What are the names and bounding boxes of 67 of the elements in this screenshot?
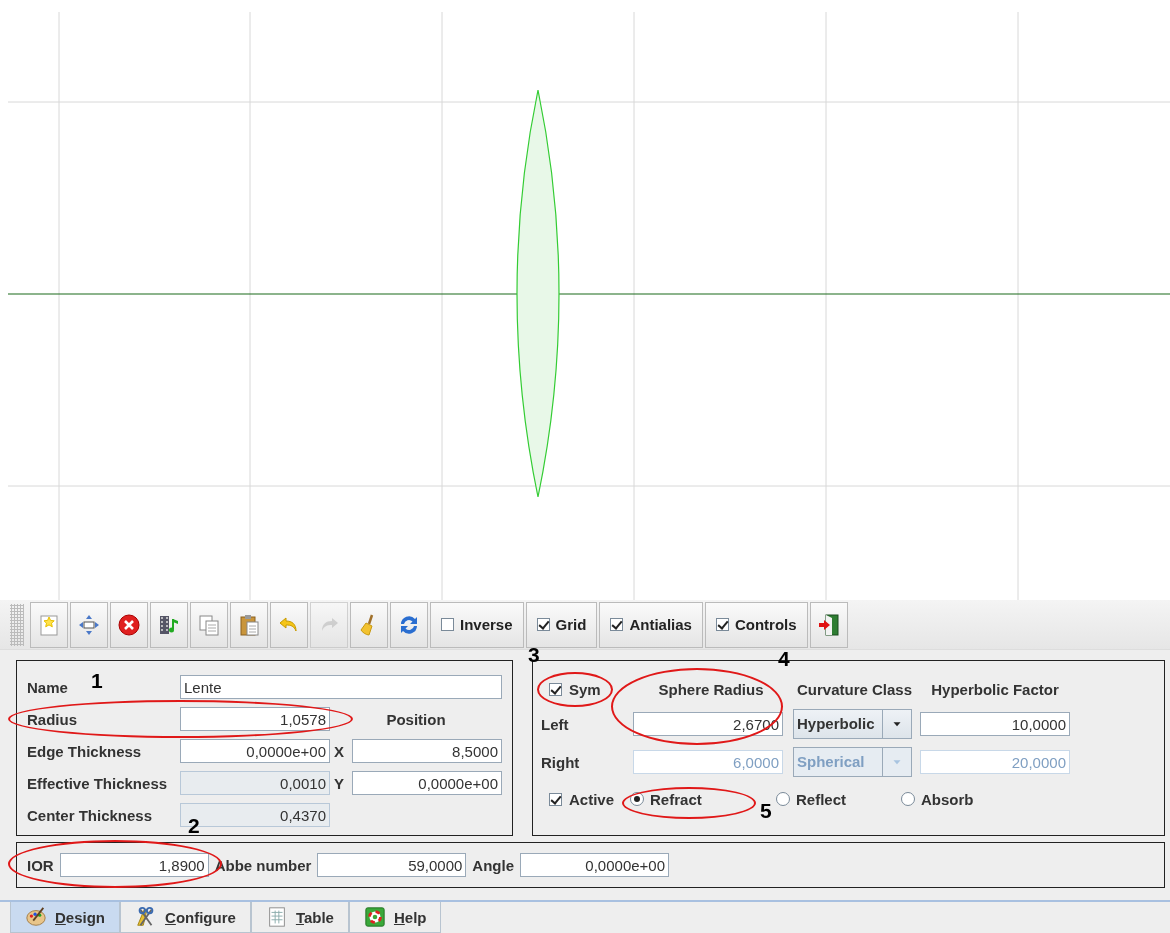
move-button[interactable] — [70, 601, 108, 648]
tab[interactable]: Design — [10, 902, 121, 933]
toolbar-grip[interactable] — [10, 603, 24, 646]
column-header: Hyperbolic Factor — [931, 680, 1059, 698]
number-field[interactable]: 0,0000e+00 — [520, 853, 670, 877]
column-header: Sphere Radius — [658, 680, 764, 698]
radio-button[interactable] — [630, 792, 645, 806]
refresh-button[interactable] — [390, 601, 428, 648]
toggle-button[interactable]: Antialias — [599, 601, 703, 648]
number-field[interactable]: 1,0578 — [180, 707, 330, 731]
tab[interactable]: Configure — [120, 902, 251, 933]
number-field[interactable]: 0,0000e+00 — [180, 739, 330, 763]
radio-button[interactable] — [776, 792, 791, 806]
exit-button[interactable] — [809, 601, 848, 648]
radio-button[interactable] — [901, 792, 916, 806]
lens-drawing[interactable] — [516, 89, 560, 498]
radio-option[interactable]: Absorb — [901, 790, 974, 808]
media-button[interactable] — [150, 601, 188, 648]
number-field[interactable]: 0,0000e+00 — [352, 771, 502, 795]
tab[interactable]: Help — [348, 902, 442, 933]
checkbox[interactable] — [549, 682, 562, 696]
clipboard-icon — [237, 612, 261, 637]
lifebuoy-icon — [363, 906, 386, 928]
column-header: Curvature Class — [796, 680, 913, 698]
toggle-button[interactable]: Controls — [704, 601, 808, 648]
toggle-button[interactable]: Inverse — [430, 601, 524, 648]
radio-option[interactable]: Reflect — [776, 790, 902, 808]
palette-icon — [25, 906, 47, 928]
name-field[interactable]: Lente — [180, 675, 502, 699]
number-field[interactable]: 59,0000 — [317, 853, 467, 877]
close-icon — [117, 612, 141, 637]
curvature-dropdown[interactable]: Hyperbolic — [793, 709, 912, 739]
delete-button[interactable] — [110, 601, 148, 648]
star-document-icon — [37, 612, 61, 637]
annotation-number: 1 — [91, 669, 103, 693]
field-label: IOR — [27, 856, 54, 874]
number-field[interactable]: 0,0010 — [180, 771, 330, 795]
checkbox[interactable] — [536, 618, 550, 631]
field-label: Name — [27, 678, 68, 696]
number-field[interactable]: 8,5000 — [352, 739, 502, 763]
checkbox[interactable] — [610, 618, 624, 631]
section-heading: Position — [386, 710, 446, 728]
copy-icon — [197, 612, 221, 637]
number-field[interactable]: 10,0000 — [920, 712, 1070, 736]
number-field[interactable]: 1,8900 — [59, 853, 209, 877]
checkbox[interactable] — [715, 618, 729, 631]
paste-button[interactable] — [230, 601, 268, 648]
field-label: X — [333, 742, 344, 760]
undo-button[interactable] — [270, 601, 308, 648]
clear-button[interactable] — [350, 601, 388, 648]
field-label: Radius — [27, 710, 77, 728]
field-label: Effective Thickness — [27, 774, 168, 792]
checkbox[interactable] — [549, 792, 562, 806]
annotation-number: 5 — [760, 799, 772, 823]
field-label: Angle — [472, 856, 515, 874]
tab[interactable]: Table — [250, 902, 349, 933]
new-file-button[interactable] — [30, 601, 68, 648]
field-label: Y — [333, 774, 344, 792]
field-label: Right — [541, 753, 580, 771]
sym-checkbox[interactable]: Sym — [541, 680, 629, 698]
toggle-button[interactable]: Grid — [525, 601, 598, 648]
field-label: Edge Thickness — [27, 742, 142, 760]
exit-door-icon — [816, 612, 841, 637]
active-checkbox[interactable]: Active — [541, 790, 615, 808]
field-label: Left — [541, 715, 569, 733]
checkbox[interactable] — [441, 618, 454, 631]
field-label: Center Thickness — [27, 806, 153, 824]
